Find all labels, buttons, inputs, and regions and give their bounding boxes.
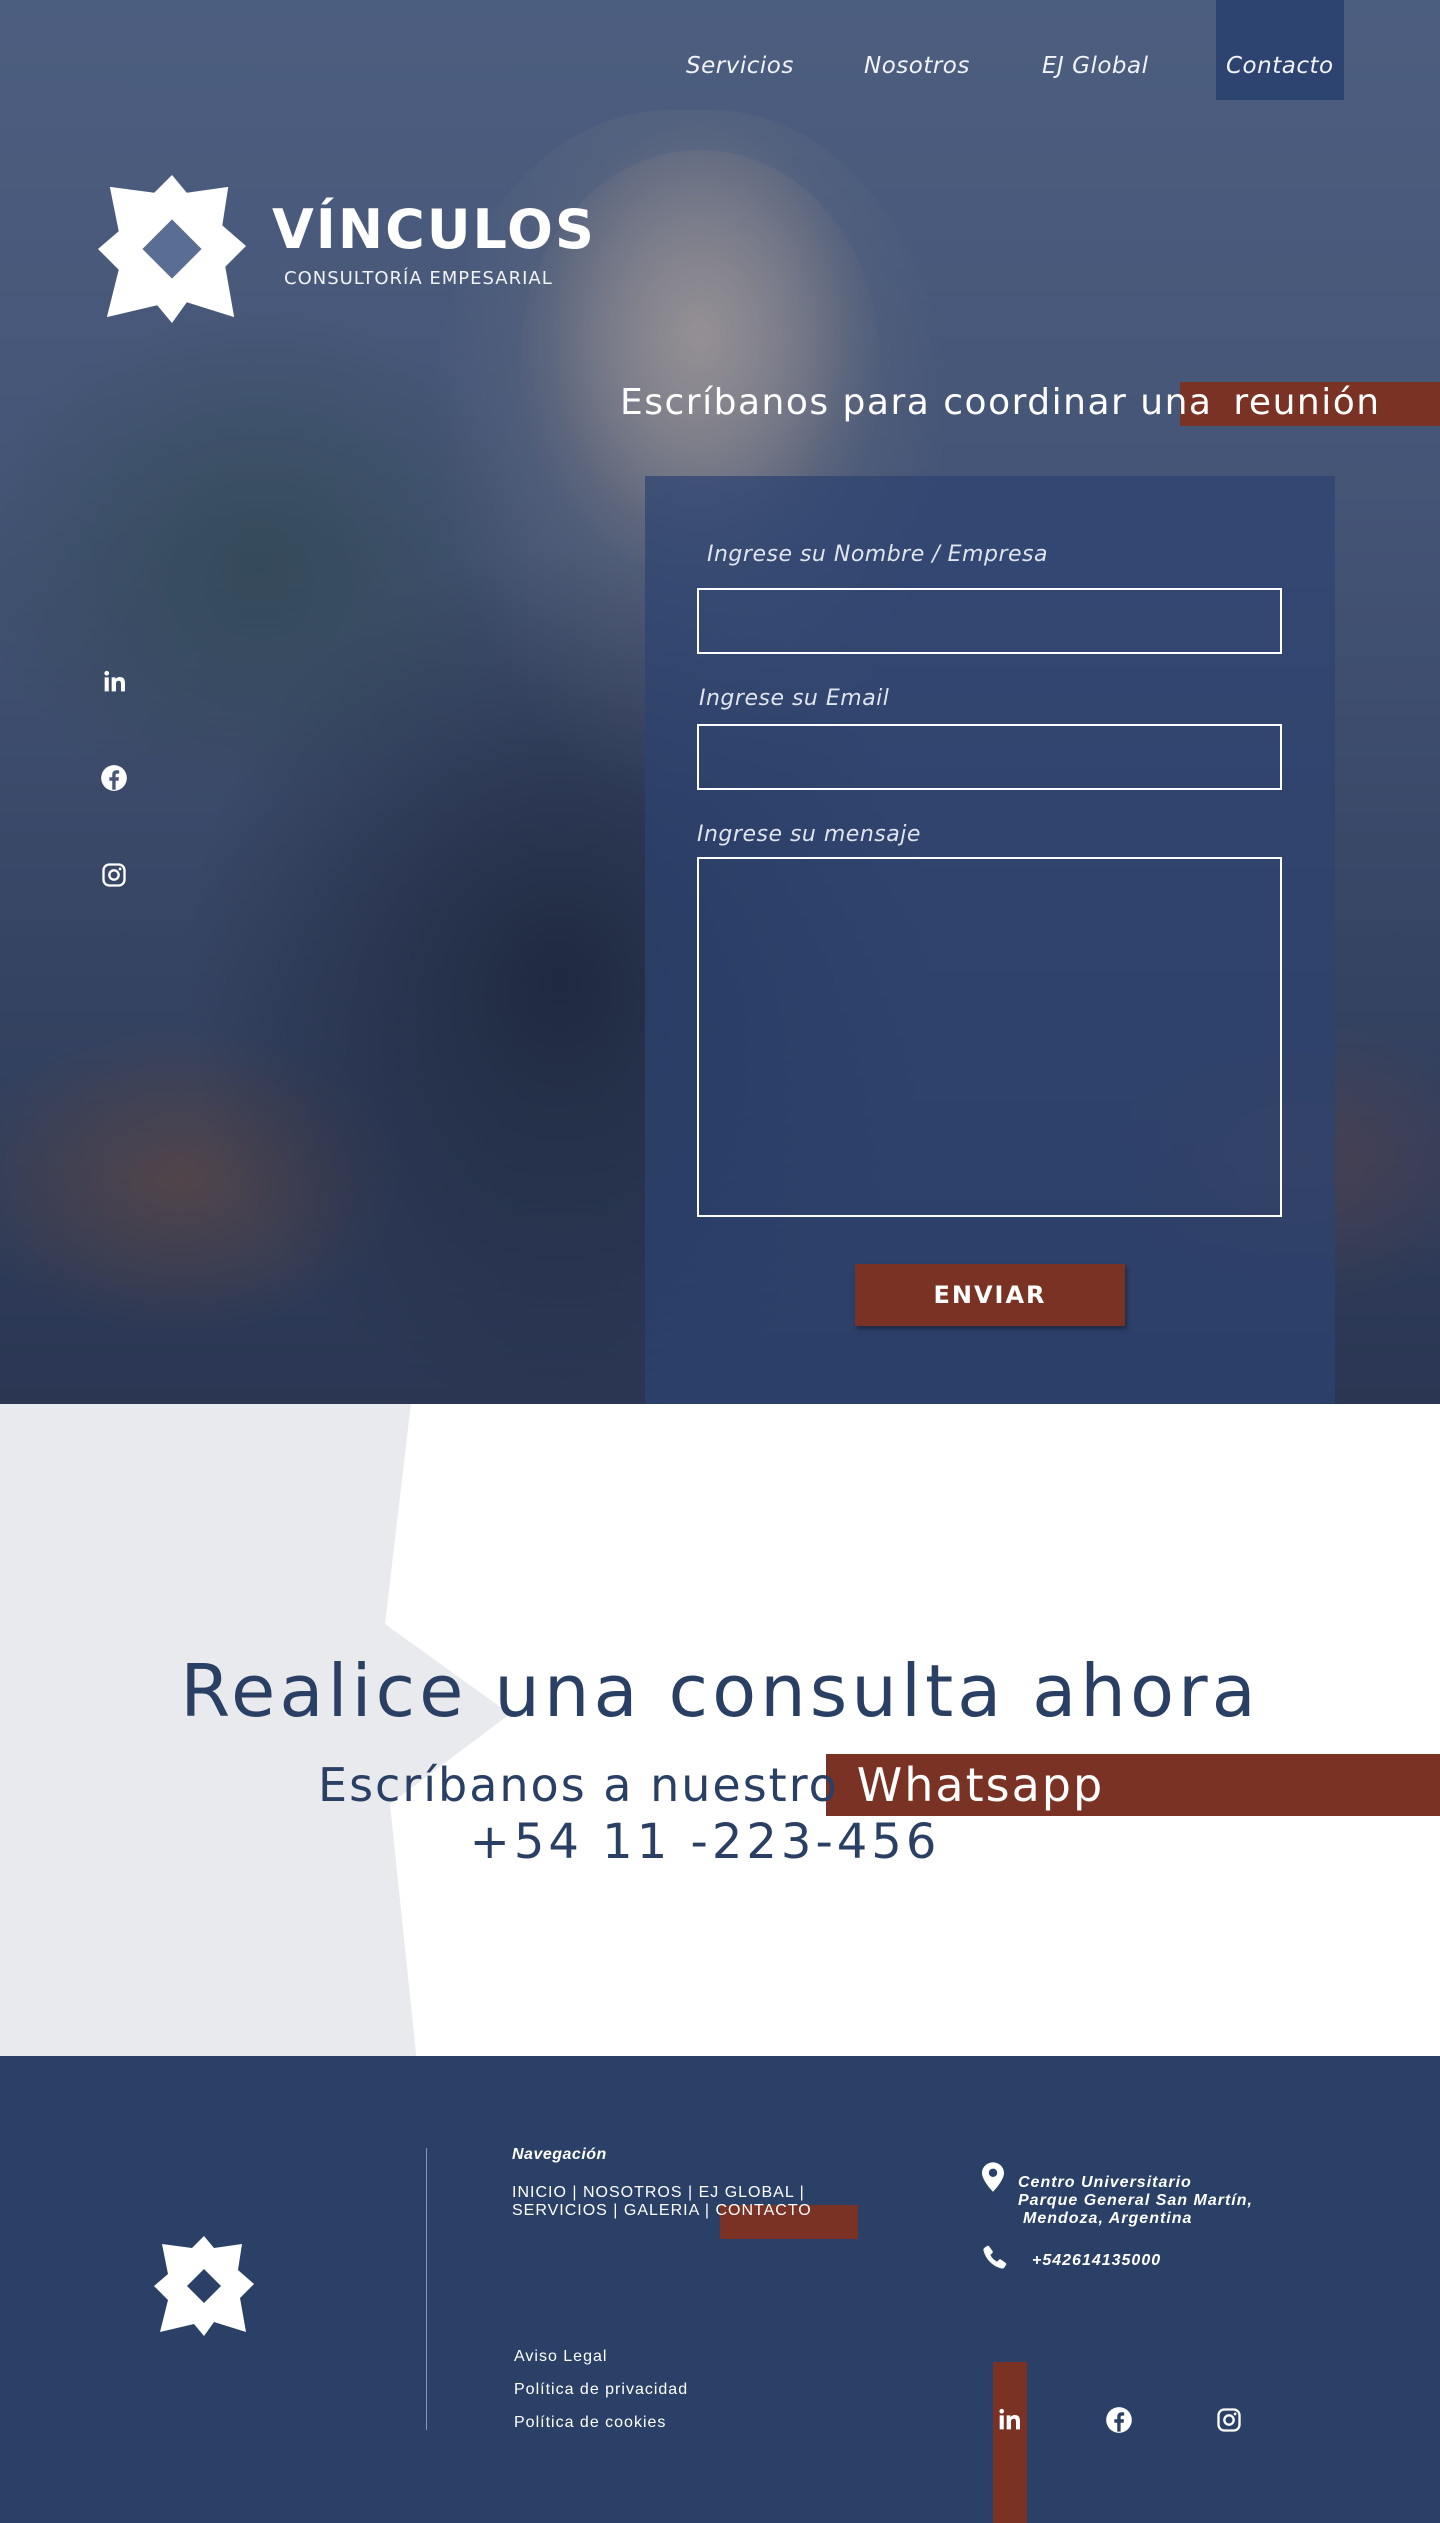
address-line: Mendoza, Argentina (1023, 2210, 1193, 2227)
message-field[interactable] (697, 857, 1282, 1217)
hero-heading: Escríbanos para coordinar una reunión (620, 378, 1381, 428)
hero-section: Servicios Nosotros EJ Global Contacto VÍ… (0, 0, 1440, 1404)
footer-link-aviso-legal[interactable]: Aviso Legal (514, 2348, 607, 2366)
footer-divider (426, 2148, 427, 2430)
name-field-label: Ingrese su Nombre / Empresa (707, 542, 1048, 567)
consult-section: Realice una consulta ahora Escríbanos a … (0, 1404, 1440, 2056)
email-field[interactable] (697, 724, 1282, 790)
phone-icon (983, 2245, 1007, 2269)
address-line: Centro Universitario (1018, 2174, 1192, 2191)
hero-heading-text: Escríbanos para coordinar una (620, 382, 1213, 423)
footer-link-nosotros[interactable]: NOSOTROS (583, 2184, 683, 2201)
footer-logo-star-icon[interactable] (154, 2236, 254, 2336)
footer-link-cookies[interactable]: Política de cookies (514, 2414, 666, 2432)
footer-instagram-icon[interactable] (1215, 2406, 1243, 2434)
logo-star-icon[interactable] (98, 175, 246, 323)
brand-name: VÍNCULOS (272, 198, 596, 261)
consult-subtitle: Escríbanos a nuestro Whatsapp (318, 1754, 1104, 1816)
linkedin-highlight-bar (993, 2362, 1027, 2523)
message-field-label: Ingrese su mensaje (697, 822, 921, 847)
footer-phone-number[interactable]: +542614135000 (1032, 2252, 1161, 2270)
whatsapp-phone-number[interactable]: +54 11 -223-456 (0, 1812, 1410, 1872)
nav-item-nosotros[interactable]: Nosotros (864, 0, 970, 100)
name-field[interactable] (697, 588, 1282, 654)
footer-facebook-icon[interactable] (1105, 2406, 1133, 2434)
linkedin-icon[interactable] (100, 668, 128, 696)
footer-linkedin-icon[interactable] (995, 2406, 1023, 2434)
instagram-icon[interactable] (100, 861, 128, 889)
footer-link-servicios[interactable]: SERVICIOS (512, 2202, 608, 2219)
footer-link-separator: | (613, 2202, 619, 2219)
footer-nav-links: INICIO | NOSOTROS | EJ GLOBAL | SERVICIO… (512, 2184, 812, 2220)
site-footer: Navegación INICIO | NOSOTROS | EJ GLOBAL… (0, 2056, 1440, 2523)
consult-subtitle-text: Escríbanos a nuestro (318, 1758, 839, 1812)
location-pin-icon (982, 2162, 1004, 2192)
footer-nav-title: Navegación (512, 2146, 607, 2163)
footer-link-inicio[interactable]: INICIO (512, 2184, 567, 2201)
footer-link-contacto[interactable]: CONTACTO (715, 2202, 811, 2219)
send-button[interactable]: ENVIAR (855, 1264, 1125, 1326)
footer-link-separator: | (704, 2202, 710, 2219)
footer-link-galeria[interactable]: GALERIA (624, 2202, 699, 2219)
consult-title: Realice una consulta ahora (180, 1649, 1260, 1733)
footer-link-ej-global[interactable]: EJ GLOBAL (699, 2184, 795, 2201)
footer-address: Centro Universitario Parque General San … (1018, 2174, 1253, 2228)
footer-link-privacidad[interactable]: Política de privacidad (514, 2381, 688, 2399)
nav-item-ej-global[interactable]: EJ Global (1042, 0, 1149, 100)
footer-link-separator: | (799, 2184, 805, 2201)
whatsapp-link[interactable]: Whatsapp (857, 1758, 1104, 1812)
footer-link-separator: | (687, 2184, 694, 2201)
nav-item-servicios[interactable]: Servicios (686, 0, 794, 100)
facebook-icon[interactable] (100, 764, 128, 792)
brand-tagline: CONSULTORÍA EMPESARIAL (284, 268, 553, 289)
footer-link-separator: | (572, 2184, 578, 2201)
address-line: Parque General San Martín, (1018, 2192, 1253, 2209)
hero-heading-highlight: reunión (1233, 382, 1381, 423)
nav-item-contacto[interactable]: Contacto (1216, 0, 1344, 100)
email-field-label: Ingrese su Email (699, 686, 890, 711)
